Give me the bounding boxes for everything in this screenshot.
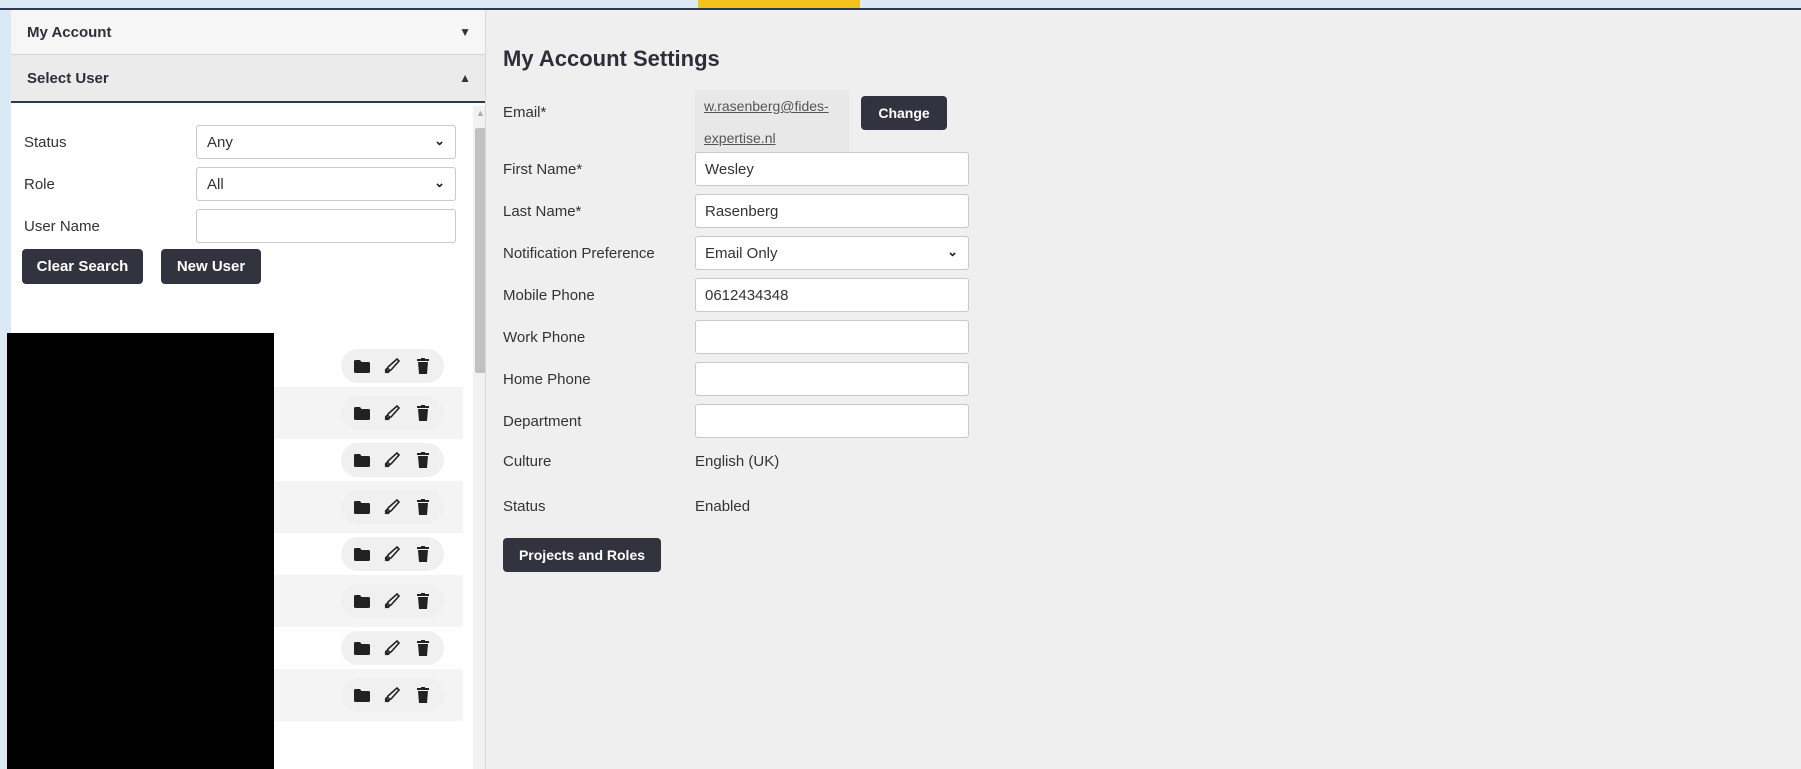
notification-preference-label: Notification Preference bbox=[503, 245, 655, 262]
edit-icon[interactable] bbox=[381, 355, 403, 377]
projects-and-roles-button[interactable]: Projects and Roles bbox=[503, 538, 661, 572]
row-actions bbox=[341, 443, 444, 477]
trash-icon[interactable] bbox=[412, 449, 434, 471]
page-title: My Account Settings bbox=[503, 46, 720, 71]
folder-icon[interactable] bbox=[351, 684, 373, 706]
select-user-accordion[interactable]: Select User ▲ bbox=[11, 55, 485, 103]
last-name-field[interactable]: Rasenberg bbox=[695, 194, 969, 228]
scroll-up-icon[interactable]: ▲ bbox=[476, 108, 485, 118]
trash-icon[interactable] bbox=[412, 402, 434, 424]
row-actions bbox=[341, 631, 444, 665]
top-bar bbox=[0, 0, 1801, 10]
edit-icon[interactable] bbox=[381, 543, 403, 565]
trash-icon[interactable] bbox=[412, 543, 434, 565]
email-value-line1: w.rasenberg@fides- bbox=[704, 98, 829, 114]
role-filter-label: Role bbox=[24, 176, 55, 193]
active-tab-indicator bbox=[698, 0, 860, 8]
status-filter-select[interactable]: Any ⌄ bbox=[196, 125, 456, 159]
home-phone-field[interactable] bbox=[695, 362, 969, 396]
folder-icon[interactable] bbox=[351, 496, 373, 518]
mobile-phone-field[interactable]: 0612434348 bbox=[695, 278, 969, 312]
chevron-down-icon: ⌄ bbox=[947, 244, 958, 259]
first-name-label: First Name* bbox=[503, 161, 583, 178]
username-filter-row: User Name bbox=[11, 209, 461, 245]
folder-icon[interactable] bbox=[351, 355, 373, 377]
trash-icon[interactable] bbox=[412, 637, 434, 659]
status-value: Enabled bbox=[695, 498, 751, 515]
department-field[interactable] bbox=[695, 404, 969, 438]
status-filter-row: Status Any ⌄ bbox=[11, 125, 461, 161]
department-label: Department bbox=[503, 413, 582, 430]
culture-value: English (UK) bbox=[695, 453, 780, 470]
home-phone-label: Home Phone bbox=[503, 371, 591, 388]
row-actions bbox=[341, 678, 444, 712]
mobile-phone-label: Mobile Phone bbox=[503, 287, 595, 304]
row-actions bbox=[341, 396, 444, 430]
chevron-down-icon: ⌄ bbox=[434, 133, 445, 148]
notification-preference-select[interactable]: Email Only ⌄ bbox=[695, 236, 969, 270]
work-phone-field[interactable] bbox=[695, 320, 969, 354]
clear-search-button[interactable]: Clear Search bbox=[22, 249, 143, 284]
email-value-line2: expertise.nl bbox=[704, 130, 776, 146]
first-name-field[interactable]: Wesley bbox=[695, 152, 969, 186]
edit-icon[interactable] bbox=[381, 496, 403, 518]
my-account-header-label: My Account bbox=[27, 23, 112, 41]
my-account-accordion[interactable]: My Account ▼ bbox=[11, 10, 485, 55]
row-actions bbox=[341, 537, 444, 571]
row-actions bbox=[341, 490, 444, 524]
new-user-button[interactable]: New User bbox=[161, 249, 261, 284]
caret-down-icon: ▼ bbox=[459, 25, 471, 39]
caret-up-icon: ▲ bbox=[459, 71, 471, 85]
redacted-user-names bbox=[7, 333, 274, 769]
scroll-thumb[interactable] bbox=[475, 128, 485, 373]
select-user-header-label: Select User bbox=[27, 69, 109, 87]
notification-preference-value: Email Only bbox=[705, 245, 778, 262]
edit-icon[interactable] bbox=[381, 449, 403, 471]
row-actions bbox=[341, 584, 444, 618]
account-settings-panel: My Account Settings Email* w.rasenberg@f… bbox=[486, 10, 1801, 769]
folder-icon[interactable] bbox=[351, 590, 373, 612]
status-label: Status bbox=[503, 498, 546, 515]
trash-icon[interactable] bbox=[412, 684, 434, 706]
edit-icon[interactable] bbox=[381, 684, 403, 706]
user-list-scrollbar[interactable]: ▲ bbox=[473, 106, 485, 769]
email-field[interactable]: w.rasenberg@fides- expertise.nl bbox=[695, 90, 849, 155]
chevron-down-icon: ⌄ bbox=[434, 175, 445, 190]
edit-icon[interactable] bbox=[381, 402, 403, 424]
username-filter-label: User Name bbox=[24, 218, 100, 235]
email-label: Email* bbox=[503, 104, 547, 121]
edit-icon[interactable] bbox=[381, 590, 403, 612]
trash-icon[interactable] bbox=[412, 590, 434, 612]
folder-icon[interactable] bbox=[351, 543, 373, 565]
culture-label: Culture bbox=[503, 453, 552, 470]
edit-icon[interactable] bbox=[381, 637, 403, 659]
trash-icon[interactable] bbox=[412, 355, 434, 377]
status-filter-label: Status bbox=[24, 134, 67, 151]
role-filter-value: All bbox=[207, 176, 224, 193]
trash-icon[interactable] bbox=[412, 496, 434, 518]
role-filter-row: Role All ⌄ bbox=[11, 167, 461, 203]
folder-icon[interactable] bbox=[351, 402, 373, 424]
username-filter-input[interactable] bbox=[196, 209, 456, 243]
row-actions bbox=[341, 349, 444, 383]
last-name-label: Last Name* bbox=[503, 203, 582, 220]
folder-icon[interactable] bbox=[351, 637, 373, 659]
folder-icon[interactable] bbox=[351, 449, 373, 471]
change-email-button[interactable]: Change bbox=[861, 96, 947, 130]
work-phone-label: Work Phone bbox=[503, 329, 586, 346]
status-filter-value: Any bbox=[207, 134, 233, 151]
role-filter-select[interactable]: All ⌄ bbox=[196, 167, 456, 201]
